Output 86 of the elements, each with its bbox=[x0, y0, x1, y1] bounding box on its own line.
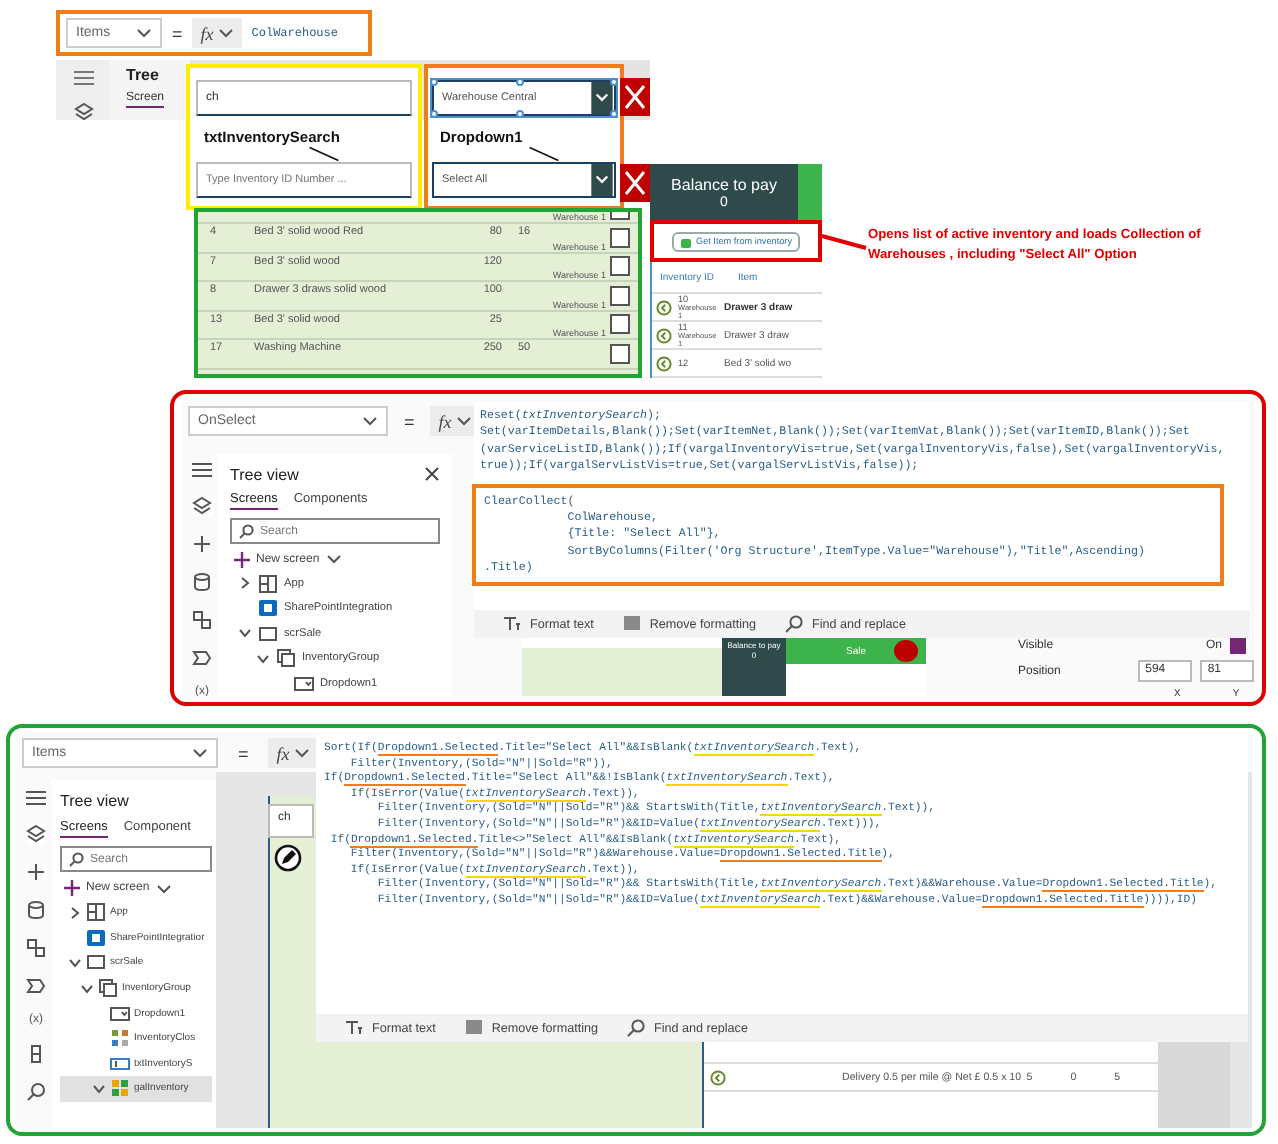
gallery-icon bbox=[110, 1078, 130, 1099]
media-icon[interactable] bbox=[26, 976, 46, 996]
formula-editor[interactable] bbox=[316, 734, 1248, 1014]
layers-icon[interactable] bbox=[73, 102, 93, 122]
search-icon bbox=[784, 614, 805, 634]
caret-icon bbox=[362, 416, 378, 426]
close-icon[interactable] bbox=[424, 466, 440, 483]
equals-sign: = bbox=[404, 411, 415, 431]
circle-icon[interactable] bbox=[710, 1069, 726, 1085]
checkbox[interactable] bbox=[610, 314, 630, 335]
menu-icon[interactable] bbox=[26, 790, 46, 806]
resize-handle[interactable] bbox=[515, 78, 523, 86]
caret-icon bbox=[455, 416, 472, 426]
chevron-right-icon[interactable] bbox=[68, 905, 82, 920]
circle-icon[interactable] bbox=[656, 299, 672, 315]
menu-icon[interactable] bbox=[192, 462, 212, 478]
panel-title: Tree view bbox=[60, 792, 129, 810]
tiles-icon bbox=[110, 1028, 130, 1049]
plus-icon bbox=[64, 880, 80, 896]
close-button[interactable] bbox=[620, 78, 650, 116]
circle-icon[interactable] bbox=[656, 327, 672, 343]
tools-icon[interactable] bbox=[26, 1044, 46, 1064]
caret-icon bbox=[217, 28, 234, 38]
layers-icon[interactable] bbox=[26, 824, 46, 844]
square-icon bbox=[463, 1018, 484, 1038]
group-icon bbox=[276, 648, 296, 669]
screen-icon bbox=[258, 623, 278, 644]
pencil-icon[interactable] bbox=[274, 844, 302, 872]
formula-button[interactable]: fx bbox=[268, 738, 318, 768]
caret-icon bbox=[136, 28, 152, 38]
caret-icon bbox=[325, 554, 342, 565]
plus-icon[interactable] bbox=[192, 534, 212, 554]
format-icon bbox=[344, 1018, 364, 1038]
layers-icon[interactable] bbox=[192, 496, 212, 516]
caret-icon bbox=[192, 748, 208, 758]
plus-icon[interactable] bbox=[26, 862, 46, 882]
app-icon bbox=[86, 902, 106, 923]
resize-handle[interactable] bbox=[430, 110, 438, 118]
sharepoint-icon bbox=[86, 927, 106, 948]
database-icon[interactable] bbox=[26, 900, 46, 920]
checkbox[interactable] bbox=[610, 343, 630, 364]
format-icon bbox=[502, 614, 522, 634]
circle-icon[interactable] bbox=[656, 355, 672, 371]
resize-handle[interactable] bbox=[610, 110, 618, 118]
equals-sign: = bbox=[172, 23, 183, 43]
chevron-down-icon[interactable] bbox=[590, 82, 614, 114]
app-icon bbox=[258, 573, 278, 594]
round-button[interactable] bbox=[894, 640, 918, 662]
close-button[interactable] bbox=[620, 164, 650, 202]
database-icon[interactable] bbox=[192, 572, 212, 592]
text-input-icon bbox=[110, 1053, 130, 1074]
equals-sign: = bbox=[238, 743, 249, 763]
screen-icon bbox=[86, 952, 106, 973]
header-bar bbox=[798, 164, 822, 220]
sharepoint-icon bbox=[258, 598, 278, 619]
search-icon bbox=[626, 1018, 647, 1038]
dropdown-icon bbox=[294, 673, 314, 694]
caret-icon bbox=[293, 748, 310, 758]
panel-title: Tree bbox=[126, 66, 161, 84]
balance-label: Balance to pay bbox=[671, 175, 777, 193]
media-icon[interactable] bbox=[192, 648, 212, 668]
caret-icon bbox=[155, 883, 172, 893]
checkbox[interactable] bbox=[610, 256, 630, 277]
formula-button[interactable]: fx bbox=[192, 18, 242, 48]
components-icon[interactable] bbox=[192, 610, 212, 630]
formula-editor[interactable] bbox=[474, 402, 1250, 610]
search-icon[interactable] bbox=[26, 1082, 46, 1102]
chevron-down-icon[interactable] bbox=[92, 1081, 106, 1096]
components-icon[interactable] bbox=[26, 938, 46, 958]
square-icon bbox=[621, 614, 642, 634]
chevron-right-icon[interactable] bbox=[238, 576, 252, 591]
checkbox[interactable] bbox=[610, 212, 630, 220]
bag-icon bbox=[680, 235, 692, 247]
panel-title: Tree view bbox=[230, 465, 299, 484]
resize-handle[interactable] bbox=[515, 110, 523, 118]
menu-icon[interactable] bbox=[73, 70, 93, 86]
resize-handle[interactable] bbox=[430, 78, 438, 86]
plus-icon bbox=[234, 551, 250, 568]
checkbox[interactable] bbox=[610, 285, 630, 306]
group-icon bbox=[98, 978, 118, 999]
dropdown-icon bbox=[110, 1003, 130, 1024]
search-icon bbox=[238, 523, 254, 540]
checkbox[interactable] bbox=[610, 227, 630, 248]
resize-handle[interactable] bbox=[610, 78, 618, 86]
chevron-down-icon[interactable] bbox=[590, 164, 614, 196]
search-icon bbox=[68, 851, 84, 867]
